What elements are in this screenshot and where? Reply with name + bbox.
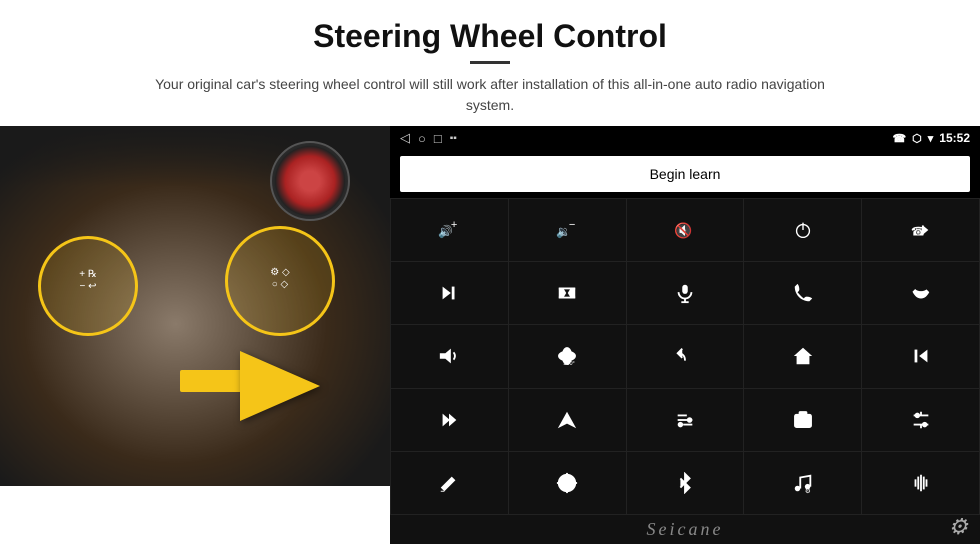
clock: 15:52 bbox=[939, 131, 970, 145]
status-bar: ◁ ○ □ ▪▪ ☎ ⬡ ▾ 15:52 bbox=[390, 126, 980, 150]
page-wrapper: Steering Wheel Control Your original car… bbox=[0, 0, 980, 544]
back-icon[interactable]: ◁ bbox=[400, 130, 410, 146]
begin-learn-button[interactable]: Begin learn bbox=[400, 156, 970, 192]
status-bar-left: ◁ ○ □ ▪▪ bbox=[400, 130, 457, 146]
target-cell[interactable] bbox=[509, 452, 626, 514]
page-title: Steering Wheel Control bbox=[40, 18, 940, 55]
svg-text:360°: 360° bbox=[564, 362, 575, 368]
control-panel: ◁ ○ □ ▪▪ ☎ ⬡ ▾ 15:52 Begin learn bbox=[390, 126, 980, 515]
music-settings-cell[interactable]: ⚙ bbox=[744, 452, 861, 514]
speaker-cell[interactable] bbox=[391, 325, 508, 387]
gear-icon[interactable]: ⚙ bbox=[948, 514, 970, 540]
waveform-cell[interactable] bbox=[862, 452, 979, 514]
wifi-icon: ▾ bbox=[928, 132, 934, 145]
icons-grid: 🔊+ 🔉− 🔇 bbox=[390, 198, 980, 515]
bluetooth-cell[interactable] bbox=[627, 452, 744, 514]
vol-down-cell[interactable]: 🔉− bbox=[509, 199, 626, 261]
begin-learn-row: Begin learn bbox=[390, 150, 980, 198]
sliders-cell[interactable] bbox=[862, 389, 979, 451]
right-button-highlight: ⚙ ◇○ ◇ bbox=[225, 226, 335, 336]
control-panel-wrapper: ◁ ○ □ ▪▪ ☎ ⬡ ▾ 15:52 Begin learn bbox=[390, 126, 980, 544]
svg-text:−: − bbox=[569, 219, 575, 231]
speedometer-inner bbox=[275, 146, 345, 216]
brand-bar: Seicane ⚙ bbox=[390, 515, 980, 544]
subtitle: Your original car's steering wheel contr… bbox=[140, 74, 840, 116]
signal-icon: ▪▪ bbox=[450, 133, 457, 144]
left-button-highlight: + ℞− ↩ bbox=[38, 236, 138, 336]
skip-next-cell[interactable] bbox=[391, 262, 508, 324]
mute-cell[interactable]: 🔇 bbox=[627, 199, 744, 261]
phone-cell[interactable] bbox=[744, 262, 861, 324]
pen-cell[interactable] bbox=[391, 452, 508, 514]
home-btn-cell[interactable] bbox=[744, 325, 861, 387]
title-underline bbox=[470, 61, 510, 64]
steering-wheel-image: + ℞− ↩ ⚙ ◇○ ◇ bbox=[0, 126, 390, 486]
header-section: Steering Wheel Control Your original car… bbox=[0, 0, 980, 126]
svg-text:⚙: ⚙ bbox=[805, 488, 811, 494]
arrow-indicator bbox=[180, 346, 360, 426]
recent-icon[interactable]: □ bbox=[434, 131, 442, 146]
prev-call-cell[interactable]: ☎ bbox=[862, 199, 979, 261]
mic-cell[interactable] bbox=[627, 262, 744, 324]
phone-icon: ☎ bbox=[892, 132, 906, 145]
fast-fwd-cell[interactable] bbox=[391, 389, 508, 451]
vol-up-cell[interactable]: 🔊+ bbox=[391, 199, 508, 261]
photo-cell[interactable] bbox=[744, 389, 861, 451]
back-btn-cell[interactable] bbox=[627, 325, 744, 387]
camera360-cell[interactable]: 360° bbox=[509, 325, 626, 387]
skip-back-cell[interactable] bbox=[862, 325, 979, 387]
status-bar-right: ☎ ⬡ ▾ 15:52 bbox=[892, 131, 970, 145]
navigate-cell[interactable] bbox=[509, 389, 626, 451]
power-cell[interactable] bbox=[744, 199, 861, 261]
shuffle-cell[interactable] bbox=[509, 262, 626, 324]
svg-text:🔇: 🔇 bbox=[674, 222, 692, 240]
content-area: + ℞− ↩ ⚙ ◇○ ◇ ◁ ○ □ ▪▪ bbox=[0, 126, 980, 544]
gps-icon: ⬡ bbox=[912, 132, 922, 145]
brand-name: Seicane bbox=[647, 519, 724, 539]
eq-cell[interactable] bbox=[627, 389, 744, 451]
hang-up-cell[interactable] bbox=[862, 262, 979, 324]
home-icon[interactable]: ○ bbox=[418, 131, 426, 146]
svg-text:+: + bbox=[451, 219, 457, 231]
arrow-head bbox=[240, 351, 320, 421]
